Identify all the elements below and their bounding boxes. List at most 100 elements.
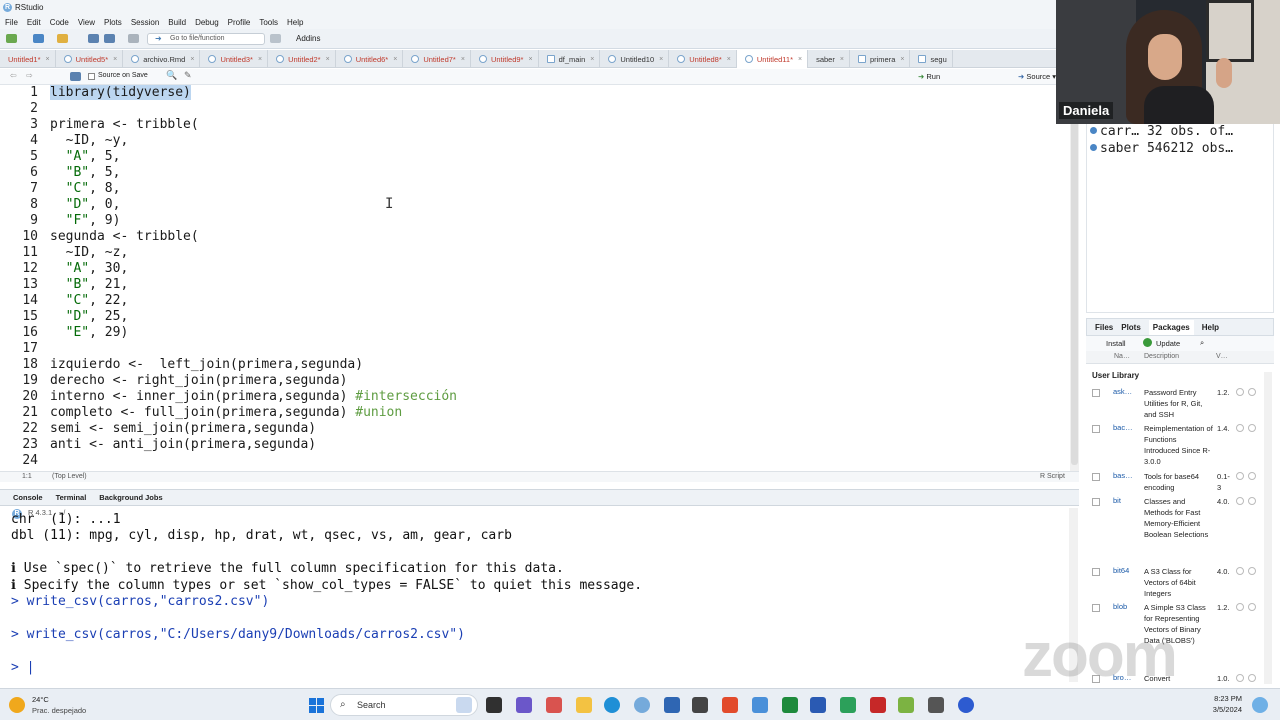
menu-session[interactable]: Session [131,18,159,27]
code-line[interactable]: "C", 8, [50,181,121,197]
col-version-header[interactable]: V… [1216,353,1228,360]
tab-untitled9[interactable]: Untitled9* × [471,50,539,68]
save-all-icon[interactable] [104,34,115,43]
menu-plots[interactable]: Plots [104,18,122,27]
tab-untitled1[interactable]: Untitled1* × [0,50,56,68]
close-icon[interactable]: × [528,56,532,63]
code-editor[interactable]: 1 2 3 4 5 6 7 8 9 10 11 12 13 14 15 16 17 18 19 20 21 22 23 24 … [0,85,1070,471]
run-button[interactable]: ➜ Run [918,72,940,81]
env-row-carros[interactable]: carr… 32 obs. of… [1090,124,1233,140]
close-icon[interactable]: × [326,56,330,63]
package-remove-icon[interactable] [1248,603,1256,611]
code-line[interactable]: "E", 29) [50,325,129,341]
package-load-checkbox[interactable] [1092,425,1100,433]
search-icon[interactable]: ⌕ [1200,338,1204,348]
close-icon[interactable]: × [798,56,802,63]
file-type-indicator[interactable]: R Script [1040,473,1065,480]
update-button[interactable]: Update [1156,339,1180,348]
close-icon[interactable]: × [258,56,262,63]
app-icon-3[interactable] [928,697,944,713]
code-line[interactable]: ~ID, ~y, [50,133,129,149]
expand-icon[interactable] [1090,127,1097,134]
excel-icon[interactable] [782,697,798,713]
package-remove-icon[interactable] [1248,567,1256,575]
package-website-icon[interactable] [1236,567,1244,575]
package-remove-icon[interactable] [1248,472,1256,480]
package-name[interactable]: blob [1113,602,1127,611]
close-icon[interactable]: × [46,56,50,63]
open-file-icon[interactable] [57,34,68,43]
package-website-icon[interactable] [1236,472,1244,480]
save-icon[interactable] [88,34,99,43]
tab-primera[interactable]: primera × [850,50,911,68]
package-remove-icon[interactable] [1248,497,1256,505]
menu-profile[interactable]: Profile [228,18,251,27]
menu-build[interactable]: Build [168,18,186,27]
code-line[interactable]: "A", 5, [50,149,121,165]
expand-icon[interactable] [1090,144,1097,151]
package-remove-icon[interactable] [1248,388,1256,396]
brave-icon[interactable] [722,697,738,713]
package-name[interactable]: bit64 [1113,566,1129,575]
tab-saber[interactable]: saber × [808,50,850,68]
code-line[interactable]: semi <- semi_join(primera,segunda) [50,421,316,437]
tab-untitled5[interactable]: Untitled5* × [56,50,124,68]
code-line[interactable]: completo <- full_join(primera,segunda) #… [50,405,402,421]
code-line[interactable]: segunda <- tribble( [50,229,199,245]
package-load-checkbox[interactable] [1092,568,1100,576]
package-name[interactable]: ask… [1113,387,1132,396]
back-arrow-icon[interactable]: ⇦ [10,71,17,80]
notifications-icon[interactable] [1252,697,1268,713]
tab-plots[interactable]: Plots [1121,323,1141,332]
package-website-icon[interactable] [1236,497,1244,505]
tab-untitled3[interactable]: Untitled3* × [200,50,269,68]
code-line[interactable]: "F", 9) [50,213,121,229]
acrobat-icon[interactable] [870,697,886,713]
package-website-icon[interactable] [1236,388,1244,396]
install-button[interactable]: Install [1106,339,1126,348]
menu-debug[interactable]: Debug [195,18,219,27]
tab-df-main[interactable]: df_main × [539,50,601,68]
search-icon[interactable]: 🔍 [166,70,177,81]
menu-tools[interactable]: Tools [259,18,278,27]
code-line[interactable]: "D", 25, [50,309,129,325]
code-line[interactable]: "D", 0, [50,197,121,213]
system-clock[interactable]: 8:23 PM 3/5/2024 [1200,693,1242,715]
close-icon[interactable]: × [659,56,663,63]
code-tools-icon[interactable]: ✎ [184,70,192,81]
tab-console[interactable]: Console [13,493,43,502]
package-website-icon[interactable] [1236,674,1244,682]
new-file-icon[interactable] [6,34,17,43]
edge-icon[interactable] [604,697,620,713]
new-project-icon[interactable] [33,34,44,43]
telegram-icon[interactable] [752,697,768,713]
save-icon[interactable] [70,72,81,81]
tab-background-jobs[interactable]: Background Jobs [99,493,162,502]
snipping-tool-icon[interactable] [546,697,562,713]
tab-untitled10[interactable]: Untitled10 × [600,50,670,68]
scope-indicator[interactable]: (Top Level) [52,473,87,480]
code-line[interactable]: "C", 22, [50,293,129,309]
task-view-icon[interactable] [486,697,502,713]
col-description-header[interactable]: Description [1144,353,1179,360]
code-line[interactable]: primera <- tribble( [50,117,199,133]
package-remove-icon[interactable] [1248,674,1256,682]
source-on-save-checkbox[interactable] [88,73,95,80]
package-load-checkbox[interactable] [1092,604,1100,612]
package-load-checkbox[interactable] [1092,498,1100,506]
package-remove-icon[interactable] [1248,424,1256,432]
close-icon[interactable]: × [113,56,117,63]
package-name[interactable]: bit [1113,496,1121,505]
tab-untitled7[interactable]: Untitled7* × [403,50,471,68]
code-line[interactable]: "A", 30, [50,261,129,277]
menu-help[interactable]: Help [287,18,303,27]
print-icon[interactable] [128,34,139,43]
package-website-icon[interactable] [1236,424,1244,432]
source-button[interactable]: ➜ Source ▾ [1018,72,1056,81]
file-explorer-icon[interactable] [576,697,592,713]
col-name-header[interactable]: Na… [1114,353,1130,360]
tab-packages[interactable]: Packages [1148,319,1194,335]
workspace-panes-icon[interactable] [270,34,281,43]
addins-menu[interactable]: Addins [296,34,320,43]
store-icon[interactable] [664,697,680,713]
